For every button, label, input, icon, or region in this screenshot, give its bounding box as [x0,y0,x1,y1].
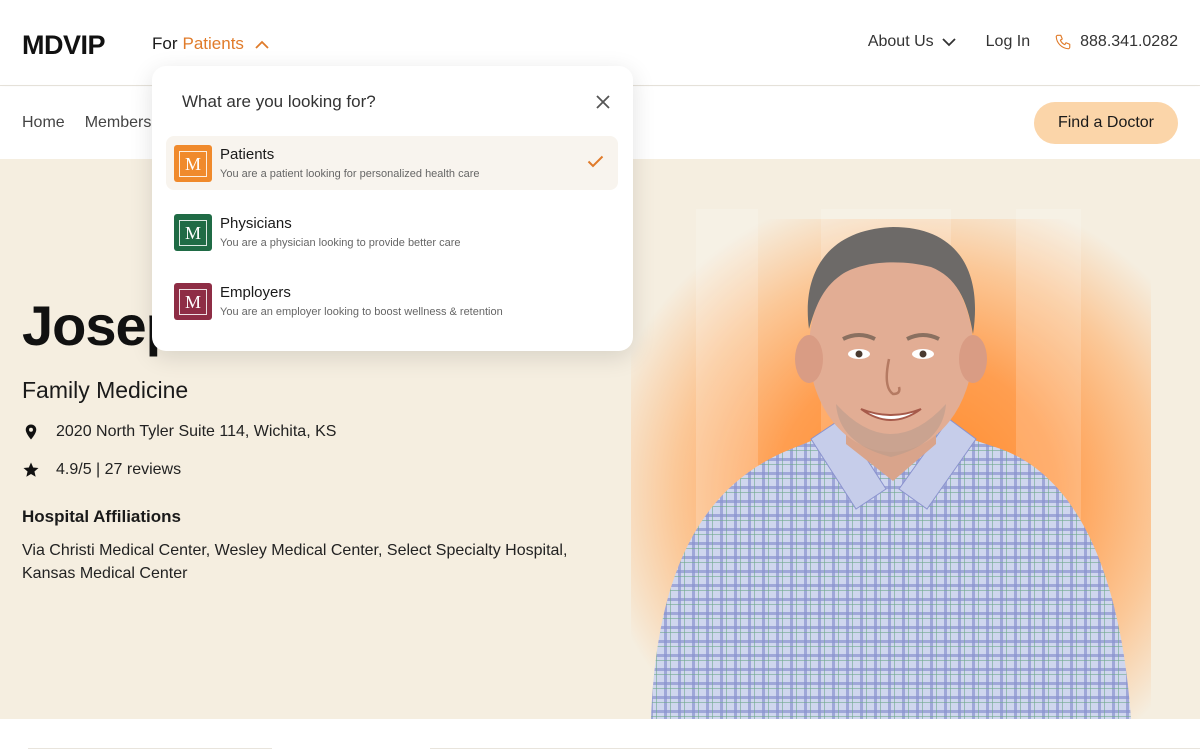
address-text: 2020 North Tyler Suite 114, Wichita, KS [56,423,337,440]
doctor-photo [651,227,1131,719]
nav-link-home[interactable]: Home [22,114,65,132]
divider [430,748,1200,749]
option-title: Employers [220,284,291,301]
dropdown-question: What are you looking for? [182,92,376,111]
mdvip-logo[interactable]: MDVIP [22,30,106,61]
phone-link[interactable]: 888.341.0282 [1054,33,1178,51]
divider [28,748,272,749]
find-a-doctor-button[interactable]: Find a Doctor [1034,102,1178,144]
log-in-label: Log In [985,33,1031,50]
for-label: For [152,34,178,53]
audience-dropdown: What are you looking for? M Patients You… [152,66,633,351]
physicians-badge-icon: M [174,214,212,251]
chevron-down-icon [942,37,956,46]
below-hero-strip [0,719,1200,750]
rating-row: 4.9/5 | 27 reviews [22,461,181,479]
phone-icon [1055,34,1071,50]
address-row: 2020 North Tyler Suite 114, Wichita, KS [22,423,336,441]
affiliations-heading: Hospital Affiliations [22,507,181,526]
option-subtitle: You are a physician looking to provide b… [220,237,461,249]
secondary-nav-links: Home Members [22,114,151,132]
patients-badge-icon: M [174,145,212,182]
employers-badge-icon: M [174,283,212,320]
badge-letter: M [179,288,207,315]
nav-link-members[interactable]: Members [85,114,152,132]
star-icon [23,462,39,477]
affiliations-text: Via Christi Medical Center, Wesley Medic… [22,542,568,582]
about-us-menu[interactable]: About Us [868,33,956,51]
option-title: Patients [220,146,275,163]
about-us-label: About Us [867,33,934,50]
close-icon[interactable] [595,94,611,110]
chevron-up-icon [255,40,269,49]
option-subtitle: You are a patient looking for personaliz… [220,168,480,180]
option-physicians[interactable]: M Physicians You are a physician looking… [166,205,618,259]
phone-number: 888.341.0282 [1080,33,1178,50]
checkmark-icon [587,155,604,168]
doctor-specialty: Family Medicine [22,377,189,403]
log-in-link[interactable]: Log In [986,33,1030,51]
doctor-portrait [631,159,1151,719]
top-right-nav: About Us Log In 888.341.0282 [868,33,1178,51]
option-subtitle: You are an employer looking to boost wel… [220,306,503,318]
badge-letter: M [179,219,207,246]
badge-letter: M [179,150,207,177]
audience-selector[interactable]: For Patients [152,34,269,54]
audience-label: Patients [182,34,244,53]
rating-text: 4.9/5 | 27 reviews [56,461,182,478]
location-pin-icon [25,424,37,440]
option-patients[interactable]: M Patients You are a patient looking for… [166,136,618,190]
option-title: Physicians [220,215,292,232]
option-employers[interactable]: M Employers You are an employer looking … [166,274,618,328]
